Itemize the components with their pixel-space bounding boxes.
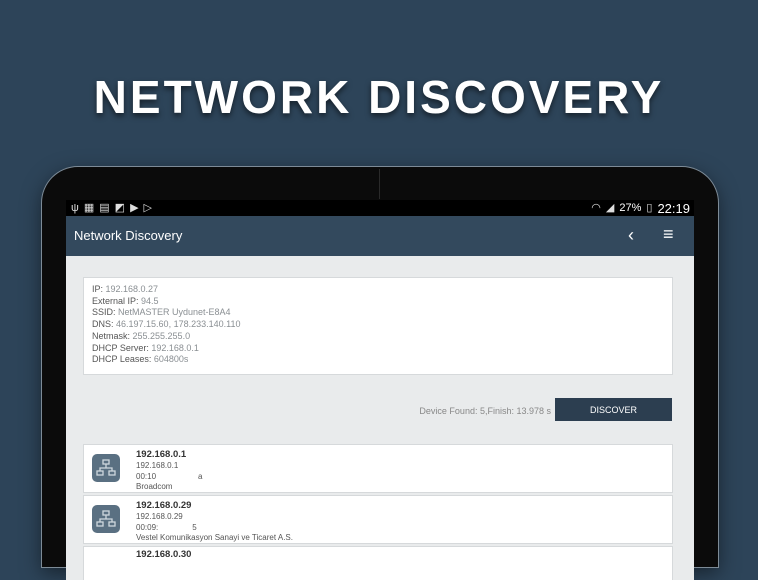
- info-row: External IP: 94.5: [92, 295, 159, 306]
- app-bar: Network Discovery ‹ ≡: [66, 216, 694, 256]
- info-row: SSID: NetMASTER Uydunet-E8A4: [92, 307, 231, 318]
- list-item[interactable]: 192.168.0.1 192.168.0.1 00:10 a Broadcom: [83, 444, 673, 493]
- bezel-seam: [379, 169, 380, 199]
- image-icon: ▦: [83, 202, 95, 214]
- device-vendor: Broadcom: [136, 482, 173, 491]
- play-store-icon: ▷: [143, 202, 152, 214]
- device-mac: 00:10 a: [136, 471, 203, 481]
- network-device-icon: [92, 454, 120, 482]
- screen: ψ ▦ ▤ ◩ ▶ ▷ ◠ ◢ 27% ▯ 22:19 Network Disc…: [66, 200, 694, 580]
- wifi-icon: ◠: [591, 202, 601, 214]
- info-row: Netmask: 255.255.255.0: [92, 330, 191, 341]
- battery-icon: ▯: [646, 202, 653, 214]
- list-item[interactable]: 192.168.0.29 192.168.0.29 00:09: 5 Vestel…: [83, 495, 673, 544]
- device-list: 192.168.0.1 192.168.0.1 00:10 a Broadcom …: [83, 444, 673, 580]
- device-host: 192.168.0.29: [136, 512, 183, 521]
- menu-icon[interactable]: ≡: [663, 224, 674, 245]
- play-icon: ▶: [130, 202, 139, 214]
- device-ip: 192.168.0.30: [136, 549, 192, 560]
- info-row: DHCP Server: 192.168.0.1: [92, 342, 199, 353]
- clock: 22:19: [657, 200, 690, 216]
- network-device-icon: [92, 505, 120, 533]
- list-item[interactable]: 192.168.0.30: [83, 546, 673, 580]
- tablet-frame: ψ ▦ ▤ ◩ ▶ ▷ ◠ ◢ 27% ▯ 22:19 Network Disc…: [42, 167, 718, 580]
- screenshot-icon: ◩: [114, 202, 126, 214]
- network-info-card: IP: 192.168.0.27 External IP: 94.5 SSID:…: [83, 277, 673, 375]
- usb-icon: ψ: [71, 202, 79, 214]
- device-host: 192.168.0.1: [136, 461, 179, 470]
- device-found-status: Device Found: 5,Finish: 13.978 s: [419, 406, 551, 416]
- info-row: DNS: 46.197.15.60, 178.233.140.110: [92, 319, 241, 330]
- device-ip: 192.168.0.1: [136, 449, 187, 460]
- device-mac: 00:09: 5: [136, 522, 197, 532]
- back-icon[interactable]: ‹: [628, 225, 634, 246]
- device-vendor: Vestel Komunikasyon Sanayi ve Ticaret A.…: [136, 533, 293, 542]
- sd-icon: ▤: [99, 202, 110, 214]
- app-title: Network Discovery: [74, 228, 183, 243]
- discover-button[interactable]: DISCOVER: [555, 398, 672, 421]
- signal-icon: ◢: [605, 202, 615, 214]
- headline: NETWORK DISCOVERY: [93, 71, 665, 123]
- info-row: IP: 192.168.0.27: [92, 284, 159, 294]
- device-ip: 192.168.0.29: [136, 500, 192, 511]
- battery-percent: 27%: [619, 202, 642, 214]
- status-bar: ψ ▦ ▤ ◩ ▶ ▷ ◠ ◢ 27% ▯ 22:19: [66, 200, 694, 216]
- info-row: DHCP Leases: 604800s: [92, 354, 189, 365]
